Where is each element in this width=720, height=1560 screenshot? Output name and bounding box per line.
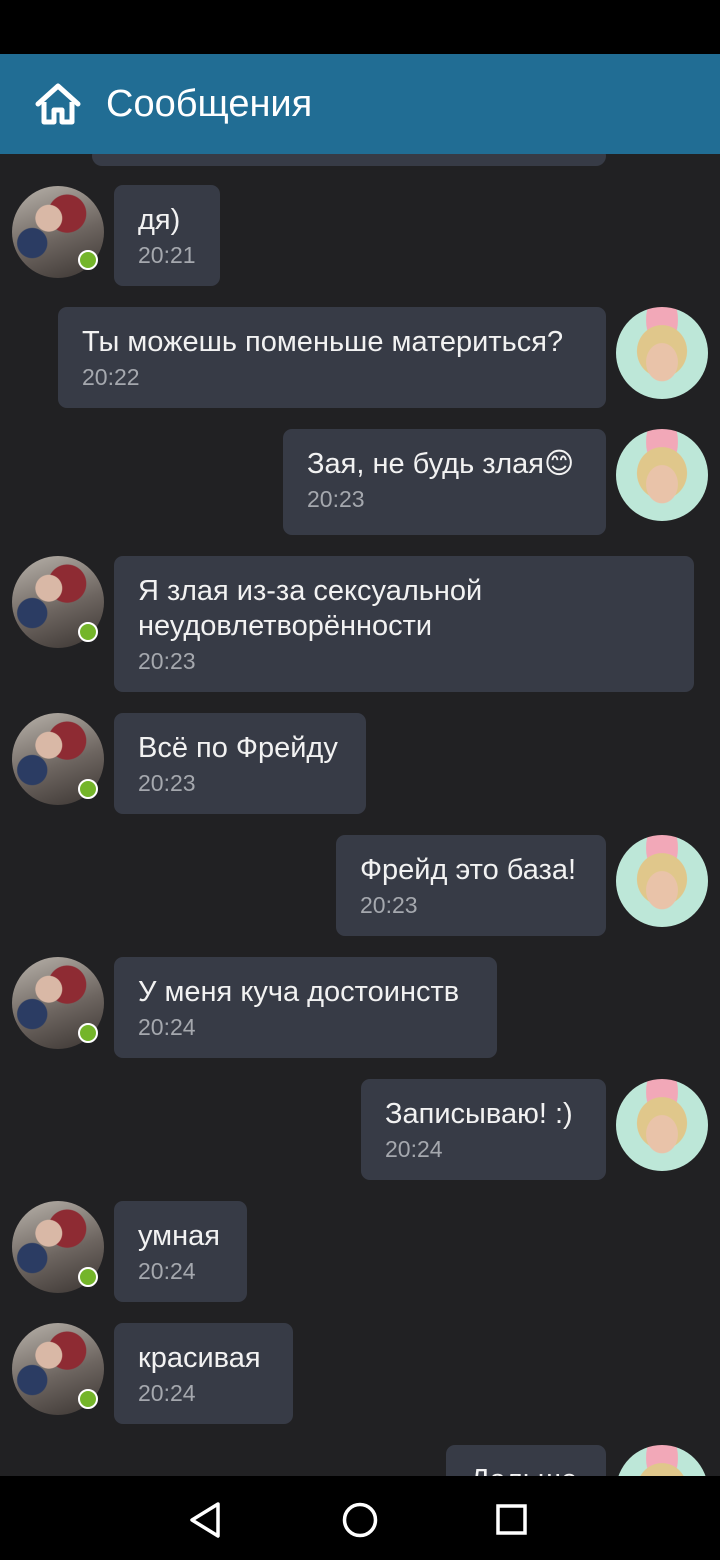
my-avatar[interactable] [616, 1079, 708, 1171]
online-indicator [78, 1389, 98, 1409]
message-time: 20:23 [360, 892, 418, 918]
message-text: умная [138, 1220, 220, 1252]
message-bubble[interactable]: Дальше [446, 1445, 606, 1476]
message-bubble[interactable]: У меня куча достоинств 20:24 [114, 957, 497, 1058]
online-indicator [78, 779, 98, 799]
recents-square-icon [496, 1504, 527, 1535]
message-text: У меня куча достоинств [138, 976, 460, 1008]
online-indicator [78, 622, 98, 642]
message-text: Я злая из-за сексуальной неудовлетворённ… [138, 575, 483, 642]
message-time: 20:23 [138, 648, 196, 674]
page-title: Сообщения [106, 82, 313, 125]
my-avatar[interactable] [616, 1445, 708, 1476]
home-icon [35, 83, 81, 125]
nav-back-button[interactable] [182, 1496, 230, 1544]
message-text: Зая, не будь злая😊 [307, 448, 575, 480]
message-text: Ты можешь поменьше материться? [82, 326, 564, 358]
online-indicator [78, 1267, 98, 1287]
message-bubble[interactable]: Записываю! :) 20:24 [361, 1079, 606, 1180]
my-avatar[interactable] [616, 307, 708, 399]
message-time: 20:23 [307, 486, 365, 512]
system-nav-bar [0, 1476, 720, 1560]
online-indicator [78, 1023, 98, 1043]
message-time: 20:24 [138, 1014, 196, 1040]
message-text: Всё по Фрейду [138, 732, 338, 764]
nav-recents-button[interactable] [488, 1496, 536, 1544]
message-text: Дальше [470, 1463, 582, 1476]
message-bubble[interactable]: умная 20:24 [114, 1201, 247, 1302]
message-time: 20:22 [82, 364, 140, 390]
app-header: Сообщения [0, 54, 720, 154]
message-bubble[interactable]: Я злая из-за сексуальной неудовлетворённ… [114, 556, 694, 692]
message-bubble[interactable]: Фрейд это база! 20:23 [336, 835, 606, 936]
message-text: красивая [138, 1342, 261, 1374]
message-text: Записываю! :) [385, 1098, 573, 1130]
home-button[interactable] [30, 76, 86, 132]
message-bubble-partial [92, 154, 606, 166]
status-bar [0, 0, 720, 54]
message-time: 20:24 [138, 1380, 196, 1406]
my-avatar[interactable] [616, 835, 708, 927]
back-triangle-icon [190, 1502, 220, 1538]
message-bubble[interactable]: Всё по Фрейду 20:23 [114, 713, 366, 814]
message-time: 20:23 [138, 770, 196, 796]
nav-home-button[interactable] [336, 1496, 384, 1544]
message-bubble[interactable]: Ты можешь поменьше материться? 20:22 [58, 307, 606, 408]
home-circle-icon [342, 1502, 378, 1538]
message-bubble[interactable]: красивая 20:24 [114, 1323, 293, 1424]
message-bubble[interactable]: дя) 20:21 [114, 185, 220, 286]
message-text: Фрейд это база! [360, 854, 577, 886]
message-time: 20:21 [138, 242, 196, 268]
my-avatar[interactable] [616, 429, 708, 521]
message-list[interactable]: дя) 20:21 Ты можешь поменьше материться?… [0, 154, 720, 1476]
message-time: 20:24 [138, 1258, 196, 1284]
message-text: дя) [138, 204, 181, 236]
message-time: 20:24 [385, 1136, 443, 1162]
online-indicator [78, 250, 98, 270]
message-bubble[interactable]: Зая, не будь злая😊 20:23 [283, 429, 606, 535]
